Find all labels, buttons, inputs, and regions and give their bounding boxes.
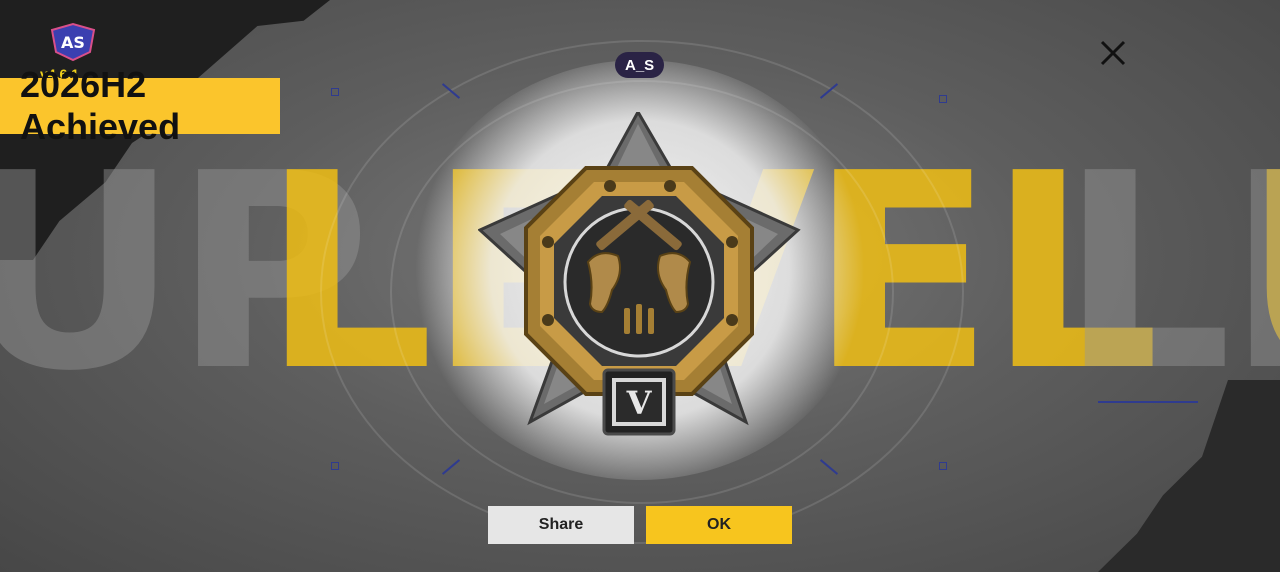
- accent-line: [1098, 401, 1198, 403]
- bg-text-right: LEV: [1060, 115, 1280, 430]
- share-button[interactable]: Share: [488, 506, 634, 544]
- level-up-screen: UP LEVEL UP LEV AS v4.6.1 2026H2 Achieve…: [0, 0, 1280, 572]
- logo-text: AS: [61, 33, 85, 52]
- corner-marker: [939, 462, 947, 470]
- achieved-banner: 2026H2 Achieved: [0, 64, 280, 147]
- rank-numeral: V: [626, 384, 653, 422]
- app-logo-icon: AS: [50, 22, 96, 62]
- close-icon[interactable]: [1098, 38, 1128, 68]
- corner-marker: [331, 88, 339, 96]
- player-name-badge: A_S: [615, 52, 665, 78]
- corner-marker: [331, 462, 339, 470]
- corner-marker: [939, 95, 947, 103]
- ok-button[interactable]: OK: [646, 506, 792, 544]
- rank-medal: V: [478, 112, 801, 436]
